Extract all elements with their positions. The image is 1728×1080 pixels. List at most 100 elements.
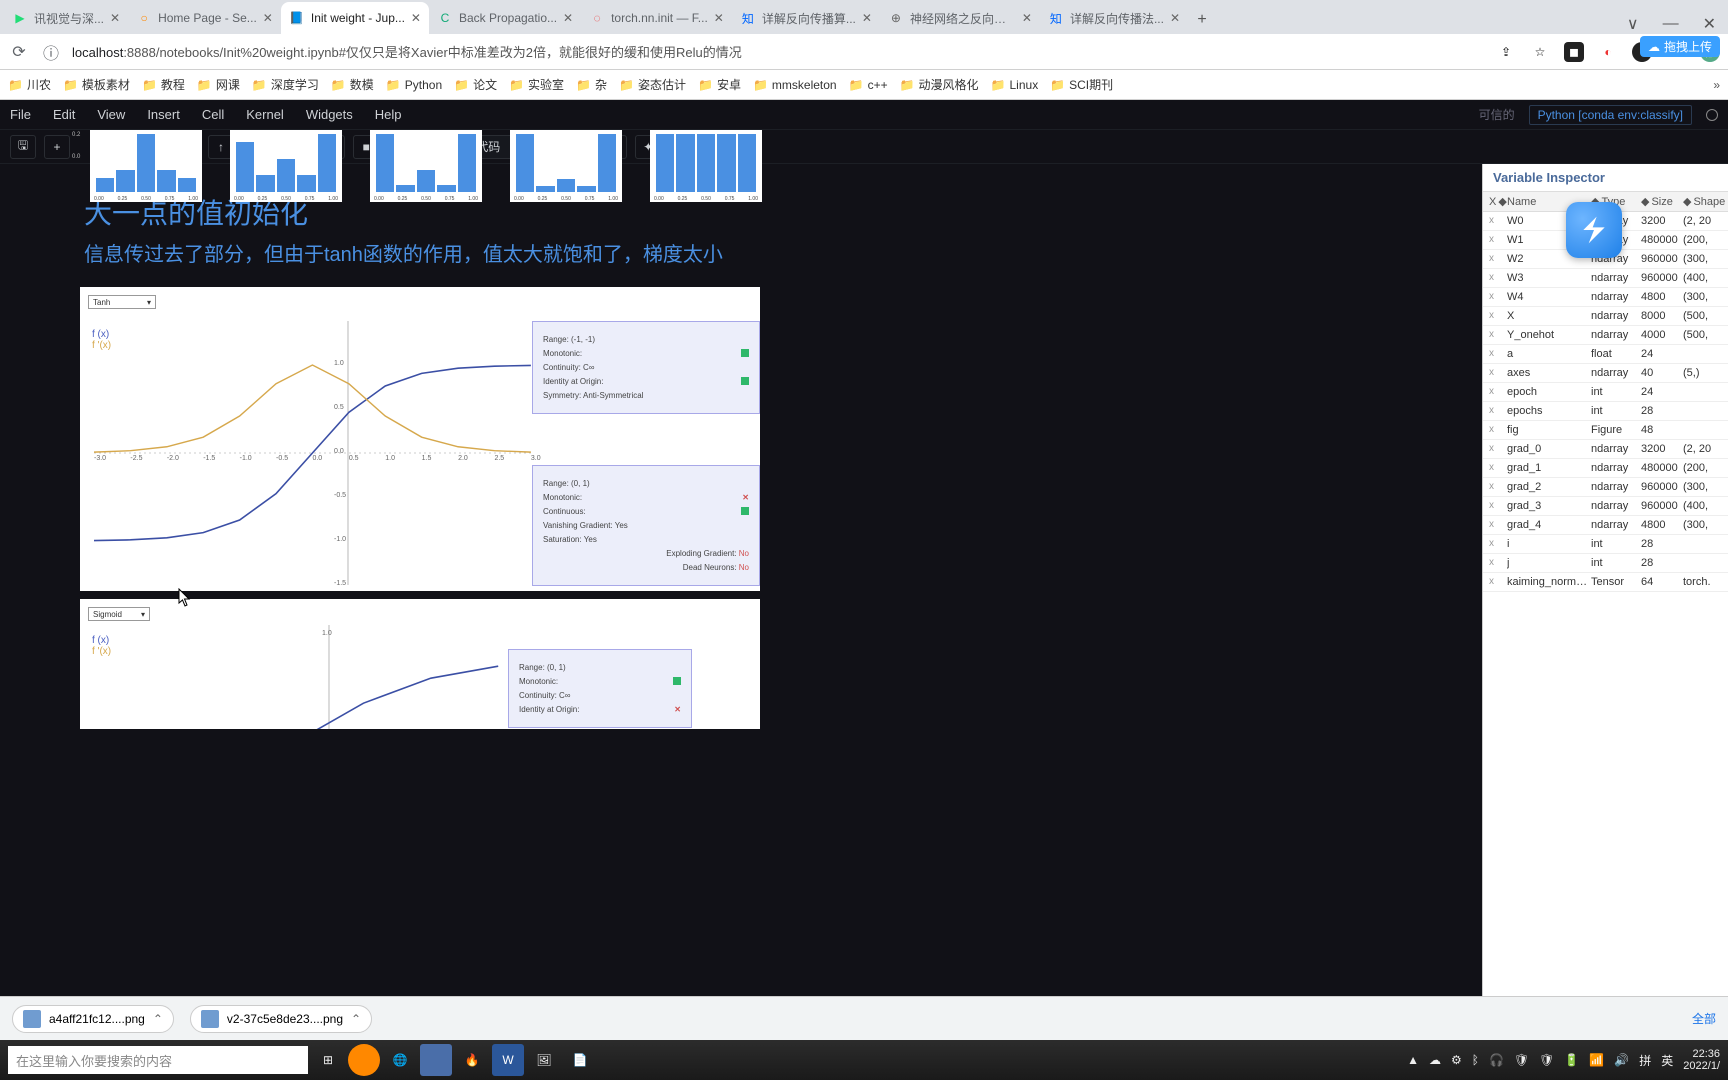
bookmark-item[interactable]: 📁SCI期刊: [1050, 76, 1113, 93]
table-row[interactable]: xepochsint28: [1483, 402, 1728, 421]
table-row[interactable]: xaxesndarray40(5,): [1483, 364, 1728, 383]
close-icon[interactable]: ✕: [862, 11, 872, 25]
table-row[interactable]: xXndarray8000(500,: [1483, 307, 1728, 326]
delete-var-icon[interactable]: x: [1489, 291, 1507, 303]
table-row[interactable]: xgrad_4ndarray4800(300,: [1483, 516, 1728, 535]
close-icon[interactable]: ✕: [714, 11, 724, 25]
table-row[interactable]: xepochint24: [1483, 383, 1728, 402]
window-close-icon[interactable]: ✕: [1703, 14, 1716, 34]
delete-var-icon[interactable]: x: [1489, 367, 1507, 379]
bluetooth-icon[interactable]: ᛒ: [1472, 1053, 1479, 1067]
delete-var-icon[interactable]: x: [1489, 215, 1507, 227]
bookmark-item[interactable]: 📁论文: [454, 76, 497, 93]
download-item[interactable]: a4aff21fc12....png⌃: [12, 1005, 174, 1033]
tray-icon[interactable]: 🛡: [1539, 1053, 1554, 1067]
browser-tab[interactable]: 知详解反向传播算...✕: [732, 2, 880, 34]
table-row[interactable]: xW3ndarray960000(400,: [1483, 269, 1728, 288]
bookmark-item[interactable]: 📁教程: [142, 76, 185, 93]
close-icon[interactable]: ✕: [1170, 11, 1180, 25]
table-row[interactable]: xjint28: [1483, 554, 1728, 573]
delete-var-icon[interactable]: x: [1489, 481, 1507, 493]
volume-icon[interactable]: 🔊: [1614, 1053, 1629, 1067]
table-row[interactable]: xfigFigure48: [1483, 421, 1728, 440]
app-icon[interactable]: [348, 1044, 380, 1076]
delete-var-icon[interactable]: x: [1489, 386, 1507, 398]
delete-var-icon[interactable]: x: [1489, 462, 1507, 474]
word-icon[interactable]: W: [492, 1044, 524, 1076]
browser-tab[interactable]: ▶讯视觉与深...✕: [4, 2, 128, 34]
reload-icon[interactable]: ⟳: [8, 41, 30, 63]
chevron-up-icon[interactable]: ⌃: [351, 1012, 361, 1026]
ime-lang[interactable]: 英: [1661, 1052, 1673, 1069]
bookmark-item[interactable]: 📁深度学习: [252, 76, 319, 93]
bookmark-item[interactable]: 📁数模: [331, 76, 374, 93]
delete-var-icon[interactable]: x: [1489, 519, 1507, 531]
bookmark-item[interactable]: 📁实验室: [509, 76, 564, 93]
close-icon[interactable]: ✕: [563, 11, 573, 25]
delete-var-icon[interactable]: x: [1489, 253, 1507, 265]
delete-var-icon[interactable]: x: [1489, 405, 1507, 417]
ext-icon[interactable]: ◼: [1564, 42, 1584, 62]
task-view-icon[interactable]: ⊞: [312, 1044, 344, 1076]
table-row[interactable]: xkaiming_norma...Tensor64torch.: [1483, 573, 1728, 592]
show-all-downloads[interactable]: 全部: [1692, 1010, 1716, 1027]
browser-tab[interactable]: ◌torch.nn.init — F...✕: [581, 2, 732, 34]
close-icon[interactable]: ✕: [1022, 11, 1032, 25]
share-icon[interactable]: ⇪: [1496, 42, 1516, 62]
delete-var-icon[interactable]: x: [1489, 272, 1507, 284]
delete-var-icon[interactable]: x: [1489, 557, 1507, 569]
bookmark-item[interactable]: 📁mmskeleton: [753, 78, 837, 92]
bookmark-item[interactable]: 📁Python: [386, 78, 442, 92]
new-tab-button[interactable]: +: [1188, 6, 1216, 34]
browser-tab[interactable]: CBack Propagatio...✕: [429, 2, 581, 34]
tray-icon[interactable]: ☁: [1429, 1053, 1441, 1067]
activation-select[interactable]: Sigmoid▾: [88, 607, 150, 621]
activation-select[interactable]: Tanh▾: [88, 295, 156, 309]
bookmark-item[interactable]: 📁姿态估计: [619, 76, 686, 93]
tray-icon[interactable]: ▲: [1407, 1053, 1419, 1067]
table-row[interactable]: xafloat24: [1483, 345, 1728, 364]
table-row[interactable]: xgrad_1ndarray480000(200,: [1483, 459, 1728, 478]
windows-search-input[interactable]: 在这里输入你要搜索的内容: [8, 1046, 308, 1074]
tray-icon[interactable]: ⚙: [1451, 1053, 1462, 1067]
tray-icon[interactable]: 🎧: [1489, 1053, 1504, 1067]
bookmark-item[interactable]: 📁川农: [8, 76, 51, 93]
delete-var-icon[interactable]: x: [1489, 424, 1507, 436]
chrome-icon[interactable]: 🌐: [384, 1044, 416, 1076]
app-icon[interactable]: 🖼: [528, 1044, 560, 1076]
delete-var-icon[interactable]: x: [1489, 500, 1507, 512]
wifi-icon[interactable]: 📶: [1589, 1053, 1604, 1067]
table-row[interactable]: xgrad_0ndarray3200(2, 20: [1483, 440, 1728, 459]
chevron-up-icon[interactable]: ⌃: [153, 1012, 163, 1026]
url-field[interactable]: localhost:8888/notebooks/Init%20weight.i…: [72, 42, 1486, 61]
window-minimize-icon[interactable]: ∨: [1627, 14, 1639, 34]
ime-indicator[interactable]: 拼: [1639, 1052, 1651, 1069]
browser-tab[interactable]: ○Home Page - Se...✕: [128, 2, 281, 34]
taskbar-clock[interactable]: 22:36 2022/1/: [1683, 1048, 1720, 1072]
close-icon[interactable]: ✕: [411, 11, 421, 25]
app-icon[interactable]: [420, 1044, 452, 1076]
bookmark-item[interactable]: 📁c++: [849, 78, 888, 92]
bookmark-item[interactable]: 📁网课: [197, 76, 240, 93]
ext-icon[interactable]: ◐: [1598, 42, 1618, 62]
table-row[interactable]: xW4ndarray4800(300,: [1483, 288, 1728, 307]
bookmark-item[interactable]: 📁Linux: [991, 78, 1039, 92]
star-icon[interactable]: ☆: [1530, 42, 1550, 62]
bookmark-item[interactable]: 📁动漫风格化: [900, 76, 979, 93]
battery-icon[interactable]: 🔋: [1564, 1053, 1579, 1067]
delete-var-icon[interactable]: x: [1489, 576, 1507, 588]
close-icon[interactable]: ✕: [110, 11, 120, 25]
delete-var-icon[interactable]: x: [1489, 443, 1507, 455]
variable-inspector-panel[interactable]: Variable Inspector X ◆ Name ◆ Type ◆ Siz…: [1482, 164, 1728, 996]
bookmarks-overflow-icon[interactable]: »: [1713, 78, 1720, 92]
cloud-upload-button[interactable]: ☁ 拖拽上传: [1640, 36, 1720, 57]
delete-var-icon[interactable]: x: [1489, 329, 1507, 341]
table-row[interactable]: xY_onehotndarray4000(500,: [1483, 326, 1728, 345]
thunder-app-icon[interactable]: [1566, 202, 1622, 258]
app-icon[interactable]: 📄: [564, 1044, 596, 1076]
delete-var-icon[interactable]: x: [1489, 348, 1507, 360]
table-row[interactable]: xgrad_3ndarray960000(400,: [1483, 497, 1728, 516]
delete-var-icon[interactable]: x: [1489, 538, 1507, 550]
delete-var-icon[interactable]: x: [1489, 310, 1507, 322]
bookmark-item[interactable]: 📁安卓: [698, 76, 741, 93]
